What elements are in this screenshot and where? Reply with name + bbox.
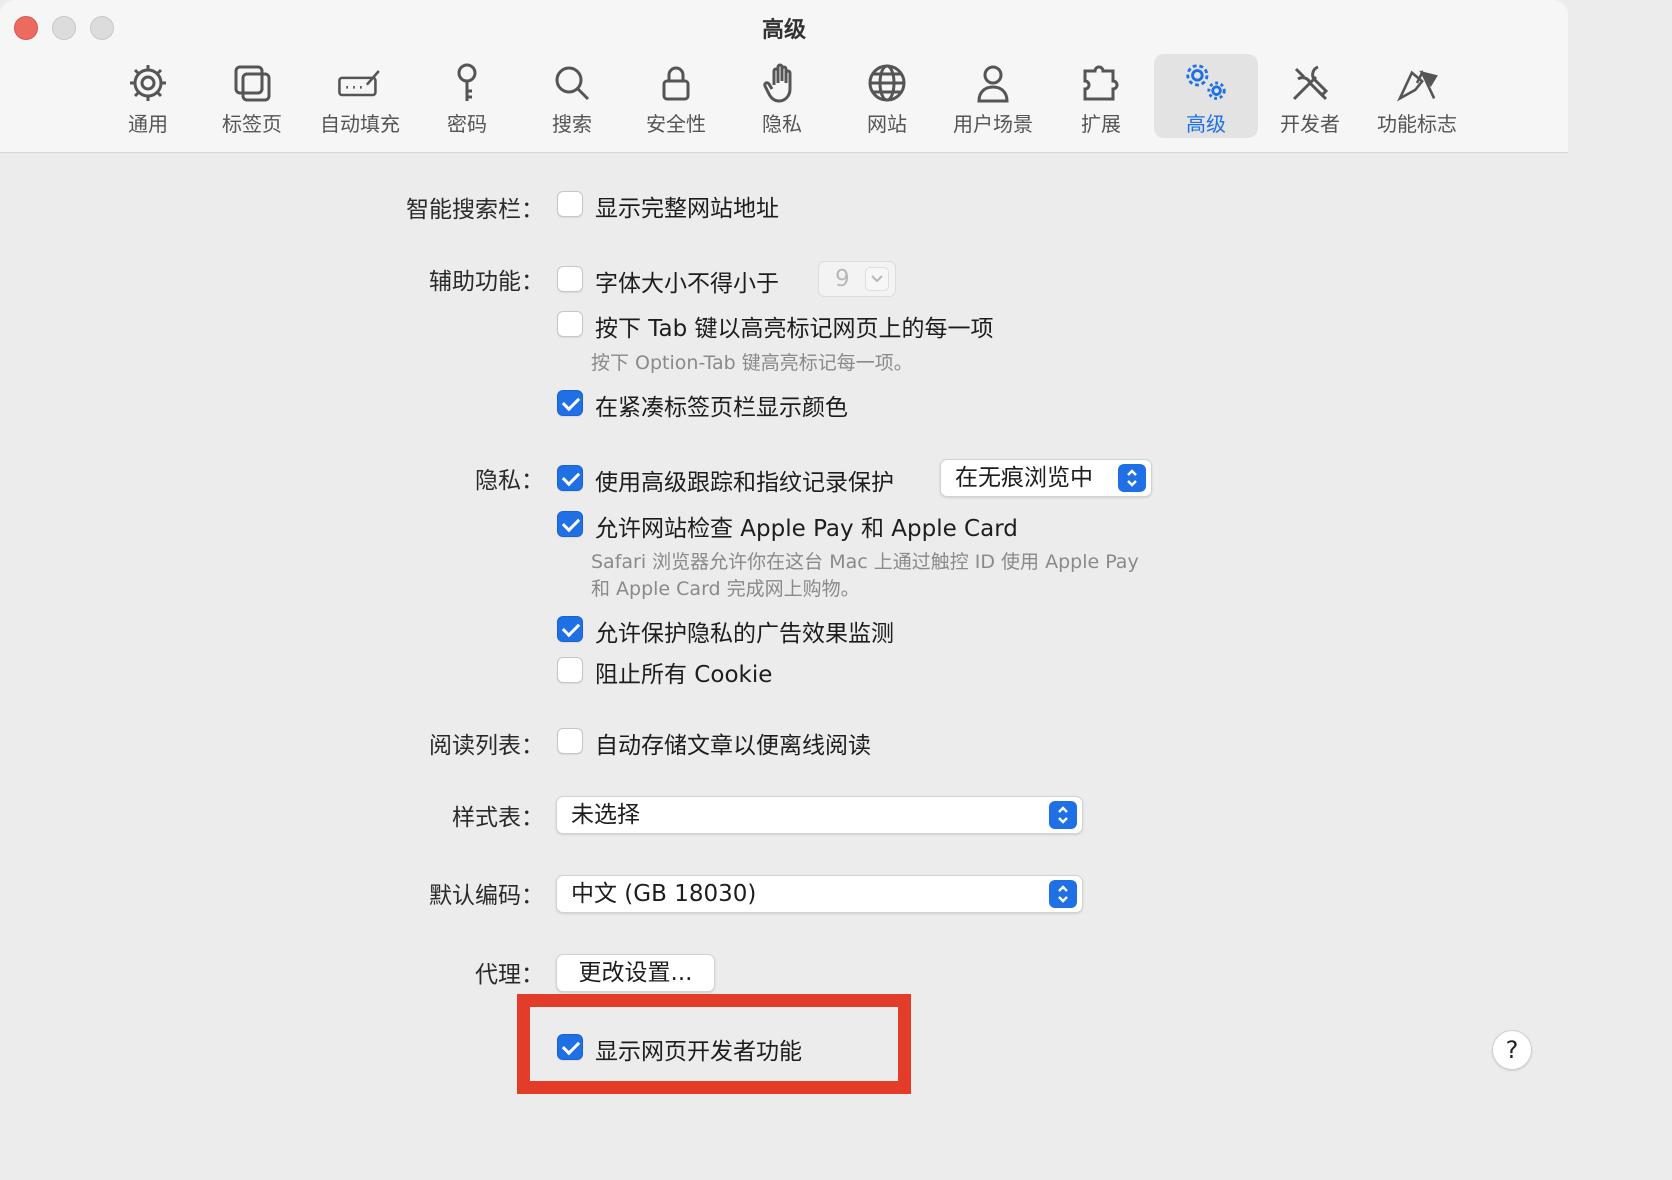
stylesheet-value: 未选择 (571, 802, 640, 828)
tab-developer[interactable]: 开发者 (1258, 54, 1362, 138)
updown-arrows-icon (1049, 880, 1077, 908)
tab-passwords[interactable]: 密码 (415, 54, 519, 138)
encoding-label: 默认编码： (429, 883, 544, 909)
save-offline-checkbox[interactable] (557, 728, 583, 754)
tab-label: 功能标志 (1377, 112, 1457, 136)
tab-advanced[interactable]: 高级 (1154, 54, 1258, 138)
advanced-gears-icon (1182, 60, 1230, 106)
ad-measurement-checkbox[interactable] (557, 616, 583, 642)
tab-extensions[interactable]: 扩展 (1049, 54, 1153, 138)
stylesheet-label: 样式表： (452, 805, 544, 831)
tab-label: 搜索 (552, 112, 592, 136)
show-full-address-label: 显示完整网站地址 (595, 196, 779, 222)
updown-arrows-icon (1118, 464, 1146, 492)
show-full-address-checkbox[interactable] (557, 191, 583, 217)
tab-label: 开发者 (1280, 112, 1340, 136)
block-cookies-checkbox[interactable] (557, 657, 583, 683)
tab-search[interactable]: 搜索 (520, 54, 624, 138)
tab-label: 用户场景 (953, 112, 1033, 136)
tab-label: 密码 (447, 112, 487, 136)
stylesheet-select[interactable]: 未选择 (556, 796, 1083, 834)
person-icon (969, 60, 1017, 106)
tab-label: 安全性 (646, 112, 706, 136)
proxy-label: 代理： (475, 962, 544, 988)
tab-general[interactable]: 通用 (96, 54, 200, 138)
apple-pay-check-label: 允许网站检查 Apple Pay 和 Apple Card (595, 516, 1018, 542)
apple-pay-note-line1: Safari 浏览器允许你在这台 Mac 上通过触控 ID 使用 Apple P… (591, 551, 1139, 573)
puzzle-icon (1077, 60, 1125, 106)
apple-pay-note-line2: 和 Apple Card 完成网上购物。 (591, 578, 860, 600)
lock-icon (652, 60, 700, 106)
hand-icon (758, 60, 806, 106)
tab-autofill[interactable]: 自动填充 (308, 54, 412, 138)
tab-label: 扩展 (1081, 112, 1121, 136)
tab-highlight-note: 按下 Option-Tab 键高亮标记每一项。 (591, 352, 913, 374)
tabs-icon (228, 60, 276, 106)
help-button[interactable]: ? (1492, 1030, 1532, 1070)
tab-feature-flags[interactable]: 功能标志 (1365, 54, 1469, 138)
tab-security[interactable]: 安全性 (624, 54, 728, 138)
updown-arrows-icon (1049, 801, 1077, 829)
encoding-value: 中文 (GB 18030) (571, 881, 757, 907)
min-font-size-checkbox[interactable] (557, 266, 583, 292)
flags-icon (1393, 60, 1441, 106)
smart-search-label: 智能搜索栏： (406, 197, 544, 223)
tab-profiles[interactable]: 用户场景 (941, 54, 1045, 138)
window-title: 高级 (761, 18, 806, 43)
min-font-size-select: 9 (818, 261, 896, 297)
privacy-label: 隐私： (475, 468, 544, 494)
tracking-protection-mode-select[interactable]: 在无痕浏览中 (940, 459, 1152, 497)
key-icon (443, 60, 491, 106)
reading-list-label: 阅读列表： (429, 733, 544, 759)
toolbar: 高级 通用 标签页 自动填充 密码 搜索 安全性 隐私 网站 用户场景 扩展 高… (0, 0, 1568, 153)
tab-label: 隐私 (762, 112, 802, 136)
autofill-icon (336, 60, 384, 106)
change-proxy-settings-button[interactable]: 更改设置... (556, 954, 715, 992)
tab-tabs[interactable]: 标签页 (200, 54, 304, 138)
compact-tab-color-label: 在紧凑标签页栏显示颜色 (595, 395, 848, 421)
min-font-size-value: 9 (835, 266, 850, 292)
tab-privacy[interactable]: 隐私 (730, 54, 834, 138)
tab-label: 网站 (867, 112, 907, 136)
chevron-down-icon (865, 267, 889, 291)
encoding-select[interactable]: 中文 (GB 18030) (556, 875, 1083, 913)
ad-measurement-label: 允许保护隐私的广告效果监测 (595, 621, 894, 647)
block-cookies-label: 阻止所有 Cookie (595, 662, 773, 688)
tab-label: 通用 (128, 112, 168, 136)
tools-icon (1286, 60, 1334, 106)
tab-label: 标签页 (222, 112, 282, 136)
search-icon (548, 60, 596, 106)
tracking-protection-checkbox[interactable] (557, 465, 583, 491)
tab-highlight-label: 按下 Tab 键以高亮标记网页上的每一项 (595, 316, 994, 342)
globe-icon (863, 60, 911, 106)
apple-pay-check-checkbox[interactable] (557, 511, 583, 537)
gear-icon (124, 60, 172, 106)
min-font-size-label: 字体大小不得小于 (595, 271, 779, 297)
tracking-protection-label: 使用高级跟踪和指纹记录保护 (595, 470, 894, 496)
save-offline-label: 自动存储文章以便离线阅读 (595, 733, 871, 759)
compact-tab-color-checkbox[interactable] (557, 390, 583, 416)
tracking-protection-mode-value: 在无痕浏览中 (955, 465, 1093, 491)
tab-label: 自动填充 (320, 112, 400, 136)
highlight-annotation-box (517, 994, 911, 1094)
safari-settings-window: 高级 通用 标签页 自动填充 密码 搜索 安全性 隐私 网站 用户场景 扩展 高… (0, 0, 1568, 1107)
tab-highlight-checkbox[interactable] (557, 311, 583, 337)
tab-label: 高级 (1186, 112, 1226, 136)
accessibility-label: 辅助功能： (429, 269, 544, 295)
tab-websites[interactable]: 网站 (835, 54, 939, 138)
